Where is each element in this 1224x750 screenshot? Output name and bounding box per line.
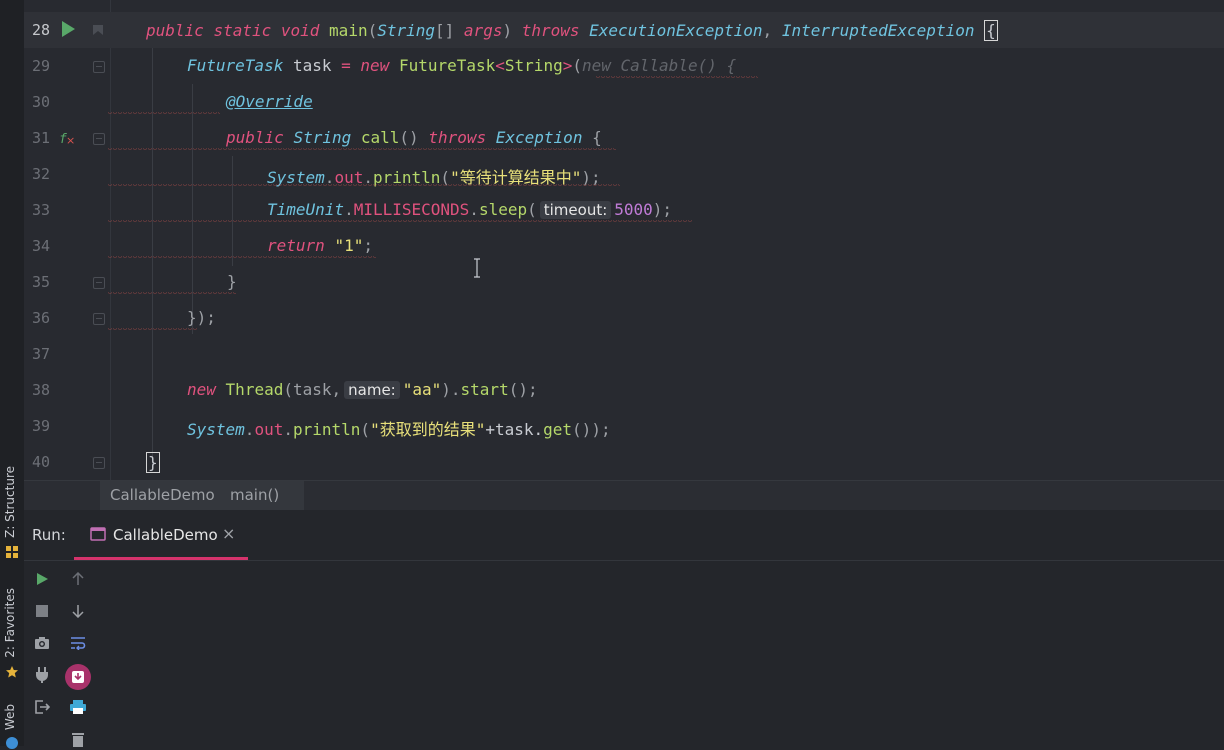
line-number: 32	[31, 165, 50, 183]
trash-icon	[72, 733, 84, 747]
warning-underline	[596, 76, 758, 80]
warning-underline	[108, 112, 220, 116]
warning-underline	[108, 328, 198, 332]
code-text: System.out.println("获取到的结果"+task.get());	[187, 420, 611, 439]
override-method-icon[interactable]: f ×	[58, 129, 78, 147]
plug-icon	[36, 667, 48, 683]
fold-marker[interactable]	[93, 313, 105, 325]
code-line-35[interactable]: 35 }	[24, 264, 1224, 300]
arrow-up-icon	[72, 572, 84, 585]
code-line-29[interactable]: 29 FutureTask task = new FutureTask<Stri…	[24, 48, 1224, 84]
code-text: new Thread(task, name: "aa").start();	[187, 380, 538, 399]
code-text: TimeUnit.MILLISECONDS.sleep(timeout: 5000…	[267, 200, 673, 219]
code-text: public static void main(String[] args) t…	[146, 20, 998, 41]
code-text: });	[187, 308, 216, 327]
line-number: 39	[31, 417, 50, 435]
code-text: }	[227, 272, 237, 291]
warning-underline	[108, 256, 376, 260]
close-icon[interactable]: ×	[222, 524, 235, 543]
print-icon	[70, 700, 86, 714]
favorites-tool-tab[interactable]: 2: Favorites	[3, 588, 17, 658]
web-tool-tab[interactable]: Web	[3, 704, 17, 730]
code-line-28[interactable]: 28 public static void main(String[] args…	[24, 12, 1224, 48]
code-line-34[interactable]: 34 return "1";	[24, 228, 1224, 264]
code-editor[interactable]: 28 public static void main(String[] args…	[24, 0, 1224, 480]
line-number: 34	[31, 237, 50, 255]
exit-button[interactable]	[31, 696, 53, 718]
svg-text:×: ×	[66, 134, 75, 147]
code-line-39[interactable]: 39 System.out.println("获取到的结果"+task.get(…	[24, 408, 1224, 444]
exit-icon	[35, 700, 50, 714]
code-line-38[interactable]: 38 new Thread(task, name: "aa").start();	[24, 372, 1224, 408]
run-tab-callabledemo[interactable]: CallableDemo ×	[74, 510, 248, 560]
import-tests-button[interactable]	[65, 664, 91, 690]
run-tab-label: CallableDemo	[113, 526, 218, 544]
print-button[interactable]	[67, 696, 89, 718]
line-number: 28	[31, 21, 50, 39]
warning-underline	[108, 184, 620, 188]
run-label: Run:	[32, 526, 66, 544]
scroll-up-button[interactable]	[67, 568, 89, 590]
code-text: return "1";	[267, 236, 373, 255]
line-number: 30	[31, 93, 50, 111]
line-number: 35	[31, 273, 50, 291]
soft-wrap-button[interactable]	[67, 632, 89, 654]
rerun-button[interactable]	[31, 568, 53, 590]
line-number: 38	[31, 381, 50, 399]
import-icon	[72, 671, 84, 683]
stop-icon	[36, 605, 48, 617]
run-config-icon	[90, 527, 106, 541]
fold-marker[interactable]	[93, 457, 105, 469]
line-number: 29	[31, 57, 50, 75]
parameter-hint: name:	[344, 381, 400, 399]
code-line-36[interactable]: 36 });	[24, 300, 1224, 336]
star-icon	[6, 666, 18, 678]
warning-underline	[108, 148, 616, 152]
warning-underline	[108, 292, 236, 296]
text-cursor-icon	[474, 258, 480, 278]
play-icon	[37, 573, 48, 585]
line-number: 36	[31, 309, 50, 327]
structure-icon	[6, 546, 18, 558]
fold-marker[interactable]	[93, 61, 105, 73]
structure-tool-tab[interactable]: Z: Structure	[3, 466, 17, 538]
code-line-40[interactable]: 40 }	[24, 444, 1224, 480]
scroll-down-button[interactable]	[67, 600, 89, 622]
active-tab-indicator	[74, 557, 248, 560]
clear-all-button[interactable]	[67, 728, 89, 750]
code-text: public String call() throws Exception {	[226, 128, 602, 147]
web-icon	[6, 737, 18, 749]
line-number: 40	[31, 453, 50, 471]
attach-debugger-button[interactable]	[31, 664, 53, 686]
bookmark-fold-icon[interactable]	[92, 24, 104, 36]
fold-marker[interactable]	[93, 277, 105, 289]
code-text: FutureTask task = new FutureTask<String>…	[187, 56, 737, 75]
snapshot-button[interactable]	[31, 632, 53, 654]
code-text: }	[146, 452, 160, 473]
breadcrumb-item-method[interactable]: main()	[220, 481, 304, 510]
line-number: 31	[31, 129, 50, 147]
soft-wrap-icon	[71, 637, 86, 650]
left-tool-strip: Z: Structure 2: Favorites Web	[0, 0, 25, 749]
breadcrumb-item-class[interactable]: CallableDemo	[100, 481, 230, 510]
camera-icon	[35, 637, 49, 649]
code-line-30[interactable]: 30 @Override	[24, 84, 1224, 120]
line-number: 37	[31, 345, 50, 363]
warning-underline	[108, 220, 692, 224]
run-panel-header: Run: CallableDemo ×	[24, 510, 1224, 561]
breadcrumb: CallableDemo main()	[24, 480, 1224, 511]
stop-button[interactable]	[31, 600, 53, 622]
line-number: 33	[31, 201, 50, 219]
code-line-31[interactable]: 31 f × public String call() throws Excep…	[24, 120, 1224, 156]
code-line-32[interactable]: 32 System.out.println("等待计算结果中");	[24, 156, 1224, 192]
run-console[interactable]	[24, 561, 1224, 747]
code-line-37[interactable]: 37	[24, 336, 1224, 372]
arrow-down-icon	[72, 605, 84, 618]
parameter-hint: timeout:	[539, 201, 612, 219]
code-line-33[interactable]: 33 TimeUnit.MILLISECONDS.sleep(timeout: 5…	[24, 192, 1224, 228]
fold-marker[interactable]	[93, 133, 105, 145]
code-text: @Override	[226, 92, 313, 111]
play-icon[interactable]	[60, 20, 76, 38]
